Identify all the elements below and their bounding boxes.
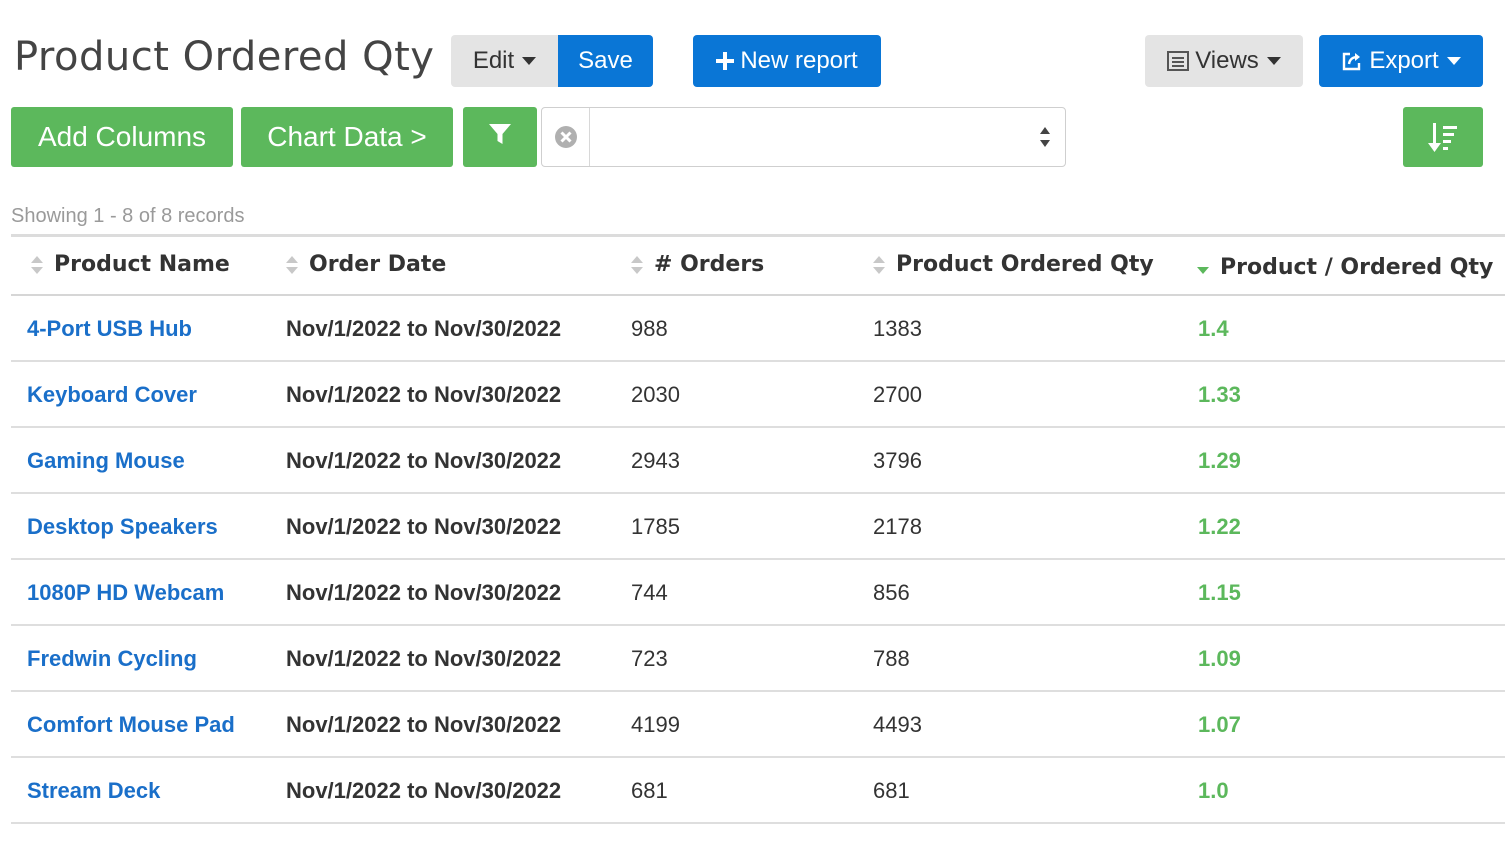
column-header-order-date[interactable]: Order Date — [285, 252, 446, 277]
chart-data-label: Chart Data > — [267, 121, 427, 152]
table-row: 1080P HD Webcam Nov/1/2022 to Nov/30/202… — [11, 560, 1505, 626]
table-row: Fredwin Cycling Nov/1/2022 to Nov/30/202… — [11, 626, 1505, 692]
sort-both-icon — [631, 255, 643, 274]
orders-cell: 723 — [631, 646, 668, 671]
filter-button[interactable] — [463, 107, 537, 167]
filter-select[interactable] — [541, 107, 1066, 167]
funnel-icon — [488, 121, 512, 153]
select-arrows-icon — [1040, 127, 1050, 147]
column-header-label: Product / Ordered Qty — [1220, 255, 1494, 280]
ratio-cell: 1.07 — [1198, 712, 1241, 737]
column-header-label: # Orders — [654, 252, 765, 277]
caret-down-icon — [522, 57, 537, 65]
product-name-link[interactable]: Fredwin Cycling — [27, 646, 197, 672]
order-date-cell: Nov/1/2022 to Nov/30/2022 — [286, 778, 562, 803]
column-header-orders[interactable]: # Orders — [630, 252, 764, 277]
order-date-cell: Nov/1/2022 to Nov/30/2022 — [286, 514, 562, 539]
orders-cell: 988 — [631, 316, 668, 341]
sort-both-icon — [873, 255, 885, 274]
clear-selection-button[interactable] — [542, 108, 590, 166]
product-name-link[interactable]: Comfort Mouse Pad — [27, 712, 235, 738]
new-report-label: New report — [740, 47, 858, 74]
column-header-product-ordered-qty[interactable]: Product Ordered Qty — [872, 252, 1154, 277]
order-date-cell: Nov/1/2022 to Nov/30/2022 — [286, 580, 562, 605]
column-header-label: Product Name — [54, 252, 230, 277]
product-name-link[interactable]: 1080P HD Webcam — [27, 580, 224, 606]
product-name-link[interactable]: Stream Deck — [27, 778, 160, 804]
views-dropdown-button[interactable]: Views — [1145, 35, 1303, 87]
ratio-cell: 1.15 — [1198, 580, 1241, 605]
ratio-cell: 1.4 — [1198, 316, 1229, 341]
product-name-link[interactable]: 4-Port USB Hub — [27, 316, 192, 342]
sort-both-icon — [286, 255, 298, 274]
ordered-qty-cell: 1383 — [873, 316, 922, 341]
new-report-button[interactable]: New report — [693, 35, 881, 87]
ratio-cell: 1.22 — [1198, 514, 1241, 539]
order-date-cell: Nov/1/2022 to Nov/30/2022 — [286, 712, 562, 737]
share-icon — [1341, 50, 1363, 72]
orders-cell: 2030 — [631, 382, 680, 407]
product-name-link[interactable]: Desktop Speakers — [27, 514, 218, 540]
views-label: Views — [1195, 47, 1259, 74]
orders-cell: 681 — [631, 778, 668, 803]
sort-button[interactable] — [1403, 107, 1483, 167]
ratio-cell: 1.0 — [1198, 778, 1229, 803]
ordered-qty-cell: 2700 — [873, 382, 922, 407]
ordered-qty-cell: 788 — [873, 646, 910, 671]
caret-down-icon — [1446, 57, 1461, 65]
sort-descending-icon — [1428, 123, 1457, 152]
orders-cell: 4199 — [631, 712, 680, 737]
plus-icon — [716, 52, 735, 70]
records-count: Showing 1 - 8 of 8 records — [11, 205, 245, 227]
ratio-cell: 1.33 — [1198, 382, 1241, 407]
divider — [11, 234, 1505, 237]
column-header-product-per-ordered-qty[interactable]: Product / Ordered Qty — [1196, 255, 1493, 280]
ratio-cell: 1.09 — [1198, 646, 1241, 671]
ordered-qty-cell: 856 — [873, 580, 910, 605]
table-row: Stream Deck Nov/1/2022 to Nov/30/2022 68… — [11, 758, 1505, 824]
edit-label: Edit — [472, 47, 515, 74]
column-header-label: Order Date — [309, 252, 447, 277]
table-row: Comfort Mouse Pad Nov/1/2022 to Nov/30/2… — [11, 692, 1505, 758]
add-columns-label: Add Columns — [37, 121, 207, 152]
ordered-qty-cell: 2178 — [873, 514, 922, 539]
order-date-cell: Nov/1/2022 to Nov/30/2022 — [286, 448, 562, 473]
product-name-link[interactable]: Keyboard Cover — [27, 382, 197, 408]
ratio-cell: 1.29 — [1198, 448, 1241, 473]
export-dropdown-button[interactable]: Export — [1319, 35, 1483, 87]
add-columns-button[interactable]: Add Columns — [11, 107, 233, 167]
orders-cell: 744 — [631, 580, 668, 605]
column-header-product-name[interactable]: Product Name — [30, 252, 230, 277]
save-button[interactable]: Save — [558, 35, 653, 87]
edit-dropdown-button[interactable]: Edit — [451, 35, 558, 87]
table-row: 4-Port USB Hub Nov/1/2022 to Nov/30/2022… — [11, 296, 1505, 362]
ordered-qty-cell: 681 — [873, 778, 910, 803]
sort-descending-caret-icon — [1197, 266, 1209, 274]
order-date-cell: Nov/1/2022 to Nov/30/2022 — [286, 316, 562, 341]
orders-cell: 2943 — [631, 448, 680, 473]
chart-data-button[interactable]: Chart Data > — [241, 107, 453, 167]
order-date-cell: Nov/1/2022 to Nov/30/2022 — [286, 646, 562, 671]
table-row: Gaming Mouse Nov/1/2022 to Nov/30/2022 2… — [11, 428, 1505, 494]
caret-down-icon — [1266, 57, 1281, 65]
save-label: Save — [578, 47, 633, 74]
table-row: Desktop Speakers Nov/1/2022 to Nov/30/20… — [11, 494, 1505, 560]
ordered-qty-cell: 4493 — [873, 712, 922, 737]
list-icon — [1167, 51, 1190, 71]
orders-cell: 1785 — [631, 514, 680, 539]
export-label: Export — [1369, 47, 1439, 74]
table-row: Keyboard Cover Nov/1/2022 to Nov/30/2022… — [11, 362, 1505, 428]
column-header-label: Product Ordered Qty — [896, 252, 1154, 277]
page-title: Product Ordered Qty — [14, 34, 435, 80]
product-name-link[interactable]: Gaming Mouse — [27, 448, 185, 474]
sort-both-icon — [31, 255, 43, 274]
ordered-qty-cell: 3796 — [873, 448, 922, 473]
clear-circle-icon — [554, 126, 577, 148]
order-date-cell: Nov/1/2022 to Nov/30/2022 — [286, 382, 562, 407]
